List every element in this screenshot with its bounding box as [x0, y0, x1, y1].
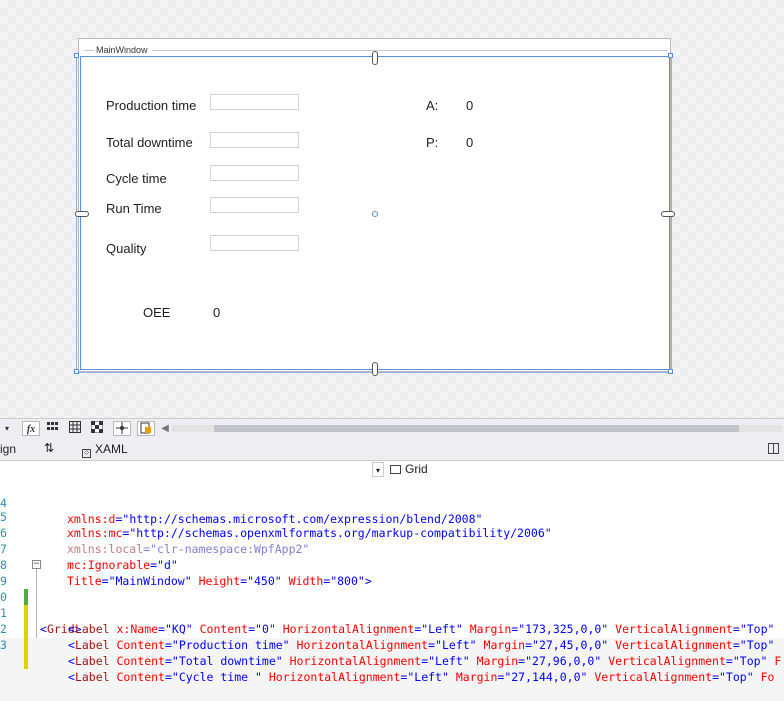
- snapline-icon[interactable]: [113, 421, 131, 436]
- code-line[interactable]: 5 xmlns:mc="http://schemas.openxmlformat…: [0, 493, 784, 540]
- total-downtime-textbox[interactable]: [210, 132, 299, 148]
- production-time-label[interactable]: Production time: [106, 98, 196, 113]
- title-divider: [152, 50, 667, 51]
- chevron-down-icon[interactable]: ▾: [372, 462, 384, 477]
- a-value-label[interactable]: 0: [466, 98, 473, 113]
- p-value-label[interactable]: 0: [466, 135, 473, 150]
- grid-anchor-icon[interactable]: [372, 51, 378, 65]
- chevron-down-icon[interactable]: ▾: [1, 421, 13, 436]
- checker-icon[interactable]: [90, 420, 104, 436]
- change-marker: [24, 653, 28, 669]
- tab-xaml[interactable]: ◇ XAML: [82, 442, 128, 458]
- oee-value-label[interactable]: 0: [213, 305, 220, 320]
- element-selector-label: Grid: [405, 462, 428, 476]
- code-line[interactable]: 0 <Label x:Name="KQ" Content="0" Horizon…: [0, 573, 784, 636]
- collapse-icon[interactable]: −: [32, 560, 41, 569]
- snap-grid-icon[interactable]: [68, 421, 82, 436]
- grid-icon[interactable]: [46, 421, 60, 436]
- scroll-left-icon[interactable]: ◀: [160, 421, 170, 436]
- designer-toolbar: ▾ fx ◀: [0, 418, 784, 439]
- swap-panes-icon[interactable]: ⇅: [44, 441, 54, 455]
- code-line[interactable]: 6 xmlns:local="clr-namespace:WpfApp2": [0, 509, 784, 556]
- fx-button[interactable]: fx: [22, 421, 40, 436]
- quality-label[interactable]: Quality: [106, 241, 146, 256]
- designer-canvas[interactable]: MainWindow Production time Total downtim…: [0, 0, 784, 420]
- title-divider: [84, 50, 94, 51]
- cycle-time-label[interactable]: Cycle time: [106, 171, 167, 186]
- tab-design[interactable]: ign: [0, 442, 16, 456]
- cycle-time-textbox[interactable]: [210, 165, 299, 181]
- quality-textbox[interactable]: [210, 235, 299, 251]
- code-line[interactable]: 7 mc:Ignorable="d": [0, 525, 784, 572]
- resize-handle[interactable]: [668, 53, 673, 58]
- tab-xaml-label: XAML: [95, 442, 128, 456]
- code-line[interactable]: 3 <Label Content="Cycle time " Horizonta…: [0, 621, 784, 684]
- window-title: MainWindow: [96, 45, 148, 55]
- grid-anchor-icon[interactable]: [661, 211, 675, 217]
- grid-element-icon: [390, 465, 401, 474]
- a-label[interactable]: A:: [426, 98, 438, 113]
- resize-handle[interactable]: [668, 369, 673, 374]
- view-tab-bar: ign ⇅ ◇ XAML: [0, 439, 784, 461]
- grid-anchor-icon[interactable]: [372, 362, 378, 376]
- element-navigation-bar: ▾ Grid: [0, 461, 784, 480]
- xaml-icon: ◇: [82, 449, 91, 458]
- production-time-textbox[interactable]: [210, 94, 299, 110]
- effects-icon[interactable]: [137, 421, 155, 436]
- line-number: 3: [0, 638, 7, 652]
- grid-anchor-icon[interactable]: [75, 211, 89, 217]
- p-label[interactable]: P:: [426, 135, 438, 150]
- code-line[interactable]: 2 <Label Content="Total downtime" Horizo…: [0, 605, 784, 668]
- code-line[interactable]: 9 − <Grid>: [0, 557, 784, 637]
- total-downtime-label[interactable]: Total downtime: [106, 135, 193, 150]
- resize-handle[interactable]: [74, 369, 79, 374]
- xaml-code-editor[interactable]: 4 xmlns:d="http://schemas.microsoft.com/…: [0, 479, 784, 684]
- resize-handle[interactable]: [74, 53, 79, 58]
- run-time-label[interactable]: Run Time: [106, 201, 162, 216]
- center-marker-icon: [372, 211, 378, 217]
- split-view-icon[interactable]: [768, 443, 779, 454]
- horizontal-scrollbar-thumb[interactable]: [214, 425, 739, 432]
- element-selector[interactable]: Grid: [390, 462, 428, 476]
- code-line[interactable]: 8 Title="MainWindow" Height="450" Width=…: [0, 541, 784, 588]
- code-line[interactable]: 1 <Label Content="Production time" Horiz…: [0, 589, 784, 652]
- run-time-textbox[interactable]: [210, 197, 299, 213]
- oee-label[interactable]: OEE: [143, 305, 170, 320]
